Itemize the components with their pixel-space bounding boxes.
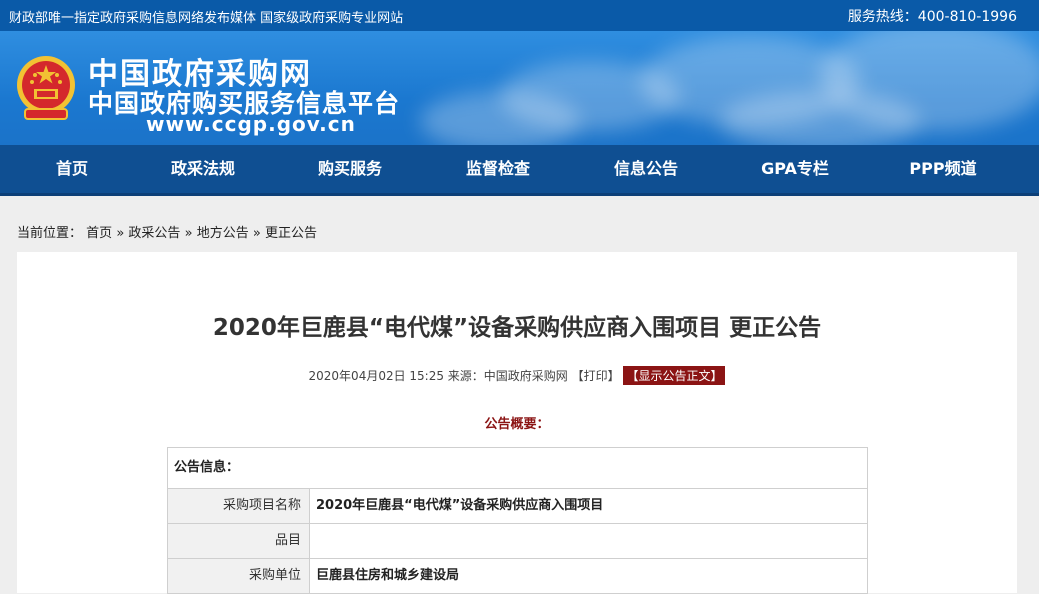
summary-heading: 公告概要： <box>484 417 550 432</box>
print-link[interactable]: 【打印】 <box>572 369 620 383</box>
nav-announcements[interactable]: 信息公告 <box>614 145 678 193</box>
table-row: 采购项目名称 2020年巨鹿县“电代煤”设备采购供应商入围项目 <box>168 489 867 524</box>
article-card: 2020年巨鹿县“电代煤”设备采购供应商入围项目 更正公告 2020年04月02… <box>17 252 1017 594</box>
breadcrumb-local[interactable]: 地方公告 <box>197 226 249 241</box>
row-label: 采购项目名称 <box>168 489 310 523</box>
breadcrumb-separator: » <box>116 226 125 241</box>
nav-supervision[interactable]: 监督检查 <box>466 145 530 193</box>
row-value: 2020年巨鹿县“电代煤”设备采购供应商入围项目 <box>316 498 604 513</box>
show-body-button[interactable]: 【显示公告正文】 <box>623 366 726 385</box>
nav-ppp[interactable]: PPP频道 <box>909 145 976 193</box>
nav-gpa[interactable]: GPA专栏 <box>761 145 829 193</box>
breadcrumb-home[interactable]: 首页 <box>86 226 112 241</box>
service-hotline: 服务热线：400-810-1996 <box>847 9 1017 25</box>
main-nav: 首页 政采法规 购买服务 监督检查 信息公告 GPA专栏 PPP频道 <box>0 145 1039 196</box>
breadcrumb-separator: » <box>252 226 261 241</box>
site-tagline: 财政部唯一指定政府采购信息网络发布媒体 国家级政府采购专业网站 <box>9 11 404 26</box>
row-value <box>310 524 867 558</box>
row-label: 品目 <box>168 524 310 558</box>
table-header-row: 公告信息： <box>168 448 867 489</box>
site-url: www.ccgp.gov.cn <box>146 112 356 136</box>
row-value: 巨鹿县住房和城乡建设局 <box>316 568 460 583</box>
top-info-bar: 财政部唯一指定政府采购信息网络发布媒体 国家级政府采购专业网站 服务热线：400… <box>0 0 1039 31</box>
info-table: 公告信息： 采购项目名称 2020年巨鹿县“电代煤”设备采购供应商入围项目 品目… <box>167 447 868 594</box>
table-heading: 公告信息： <box>174 460 240 475</box>
breadcrumb-separator: » <box>184 226 193 241</box>
breadcrumb: 当前位置： 首页 » 政采公告 » 地方公告 » 更正公告 <box>17 222 317 241</box>
publish-info: 2020年04月02日 15:25 来源：中国政府采购网 <box>308 369 572 383</box>
row-label: 采购单位 <box>168 559 310 593</box>
national-emblem-icon <box>17 56 75 120</box>
site-banner: 中国政府采购网 中国政府购买服务信息平台 www.ccgp.gov.cn <box>0 31 1039 145</box>
breadcrumb-prefix: 当前位置： <box>17 226 83 241</box>
nav-regulations[interactable]: 政采法规 <box>171 145 235 193</box>
article-meta: 2020年04月02日 15:25 来源：中国政府采购网 【打印】 【显示公告正… <box>17 366 1017 385</box>
nav-purchase-services[interactable]: 购买服务 <box>318 145 382 193</box>
breadcrumb-correction[interactable]: 更正公告 <box>265 226 317 241</box>
article-title: 2020年巨鹿县“电代煤”设备采购供应商入围项目 更正公告 <box>212 315 822 341</box>
nav-home[interactable]: 首页 <box>56 145 88 193</box>
breadcrumb-gov-procurement[interactable]: 政采公告 <box>128 226 180 241</box>
table-row: 采购单位 巨鹿县住房和城乡建设局 <box>168 559 867 594</box>
table-row: 品目 <box>168 524 867 559</box>
